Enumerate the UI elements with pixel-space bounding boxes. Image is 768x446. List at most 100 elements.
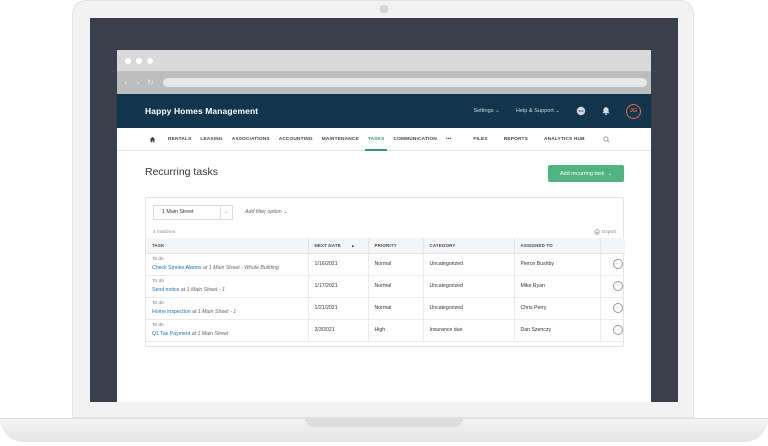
- tasks-table: TASK NEXT DATE ▲ PRIORITY CATEGORY ASSIGN…: [146, 238, 625, 342]
- address-bar[interactable]: [163, 78, 647, 87]
- table-row: To do Q1 Tax Payment at 1 Main Street 3/…: [146, 319, 625, 342]
- priority-cell: Normal: [368, 253, 424, 276]
- property-select-value: 1 Main Street: [162, 209, 194, 215]
- app-title: Happy Homes Management: [145, 106, 259, 116]
- settings-label: Settings: [473, 108, 494, 114]
- col-header-next-date-label: NEXT DATE: [314, 242, 341, 248]
- export-button[interactable]: Export: [594, 229, 616, 235]
- window-close-dot[interactable]: [125, 57, 131, 64]
- results-meta: 4 matches Export: [146, 226, 623, 238]
- category-cell: Uncategorized: [423, 297, 515, 320]
- table-row: To do Home inspection at 1 Main Street -…: [146, 297, 625, 320]
- browser-toolbar: ‹ › ↻: [117, 71, 651, 94]
- browser-window: ‹ › ↻ Happy Homes Management Settings ⌄ …: [117, 50, 651, 402]
- priority-cell: Normal: [368, 275, 424, 298]
- next-date-cell: 1/17/2021: [308, 275, 369, 298]
- task-status: To do: [152, 257, 164, 262]
- nav-maintenance[interactable]: MAINTENANCE: [322, 128, 359, 151]
- task-link[interactable]: Check Smoke Alarms: [152, 265, 202, 271]
- task-cell: To do Send notice at 1 Main Street - 1: [146, 275, 309, 298]
- task-status: To do: [152, 279, 164, 284]
- assigned-cell: Dan Szenczy: [514, 319, 601, 342]
- more-options-icon[interactable]: ⋯: [612, 259, 623, 269]
- task-link[interactable]: Send notice: [152, 287, 179, 293]
- back-icon[interactable]: ‹: [123, 78, 129, 87]
- app-header: Happy Homes Management Settings ⌄ Help &…: [117, 94, 651, 128]
- assigned-cell: Pierce Bushby: [514, 253, 601, 276]
- home-icon[interactable]: [149, 128, 156, 151]
- window-minimize-dot[interactable]: [136, 57, 142, 64]
- task-location: at 1 Main Street - 1: [190, 309, 237, 315]
- chevron-down-icon: ⌄: [607, 170, 613, 177]
- property-select[interactable]: 1 Main Street ⌄: [153, 204, 233, 220]
- page-title: Recurring tasks: [145, 166, 218, 178]
- col-header-task[interactable]: TASK: [146, 238, 309, 254]
- actions-cell: ⋯: [600, 319, 625, 342]
- assigned-cell: Chris Perry: [514, 297, 601, 320]
- more-options-icon[interactable]: ⋯: [612, 325, 623, 335]
- help-label: Help & Support: [515, 108, 554, 114]
- assigned-cell: Mike Ryan: [514, 275, 601, 298]
- priority-cell: High: [368, 319, 424, 342]
- table-row: To do Check Smoke Alarms at 1 Main Stree…: [146, 253, 625, 276]
- task-status: To do: [152, 323, 164, 328]
- actions-cell: ⋯: [600, 253, 625, 276]
- browser-titlebar: [117, 50, 651, 71]
- col-header-category[interactable]: CATEGORY: [423, 238, 515, 254]
- add-recurring-task-label: Add recurring task: [559, 170, 605, 177]
- add-recurring-task-button[interactable]: Add recurring task ⌄: [548, 165, 624, 182]
- tasks-card: 1 Main Street ⌄ Add filter option ⌄ 4 ma…: [145, 197, 625, 347]
- next-date-cell: 1/16/2021: [308, 253, 369, 276]
- chevron-down-icon: ⌄: [495, 108, 500, 114]
- actions-cell: ⋯: [600, 275, 625, 298]
- next-date-cell: 3/3/2021: [308, 319, 369, 342]
- camera-icon: [380, 5, 388, 13]
- search-icon[interactable]: [603, 128, 610, 151]
- task-location: at 1 Main Street: [190, 331, 229, 337]
- export-icon: [594, 229, 600, 235]
- nav-files[interactable]: FILES: [473, 128, 487, 151]
- col-header-next-date[interactable]: NEXT DATE ▲: [308, 238, 369, 254]
- add-filter-option[interactable]: Add filter option ⌄: [245, 209, 288, 215]
- chat-icon[interactable]: [576, 106, 586, 116]
- nav-tasks[interactable]: TASKS: [364, 128, 388, 151]
- bell-icon[interactable]: [601, 106, 611, 116]
- nav-analytics-hub[interactable]: ANALYTICS HUB: [544, 128, 585, 151]
- col-header-actions: [600, 238, 625, 254]
- nav-reports[interactable]: REPORTS: [504, 128, 528, 151]
- chevron-down-icon: ⌄: [555, 108, 560, 114]
- table-row: To do Send notice at 1 Main Street - 1 1…: [146, 275, 625, 298]
- chevron-down-icon: ⌄: [220, 205, 232, 219]
- help-menu[interactable]: Help & Support ⌄: [516, 108, 560, 114]
- task-status: To do: [152, 301, 164, 306]
- task-cell: To do Check Smoke Alarms at 1 Main Stree…: [146, 253, 309, 276]
- nav-communication[interactable]: COMMUNICATION: [393, 128, 436, 151]
- priority-cell: Normal: [368, 297, 424, 320]
- category-cell: Uncategorized: [423, 275, 515, 298]
- task-location: at 1 Main Street - Whole Building: [201, 265, 279, 271]
- laptop-notch: [305, 418, 463, 427]
- export-label: Export: [602, 229, 616, 235]
- nav-accounting[interactable]: ACCOUNTING: [279, 128, 313, 151]
- task-link[interactable]: Home inspection: [152, 309, 191, 315]
- task-link[interactable]: Q1 Tax Payment: [152, 331, 190, 337]
- category-cell: Insurance due: [423, 319, 515, 342]
- more-options-icon[interactable]: ⋯: [612, 281, 623, 291]
- nav-rentals[interactable]: RENTALS: [168, 128, 191, 151]
- task-cell: To do Q1 Tax Payment at 1 Main Street: [146, 319, 309, 342]
- nav-leasing[interactable]: LEASING: [200, 128, 222, 151]
- nav-more[interactable]: •••: [446, 128, 452, 151]
- col-header-priority[interactable]: PRIORITY: [368, 238, 424, 254]
- next-date-cell: 1/21/2021: [308, 297, 369, 320]
- main-nav: RENTALS LEASING ASSOCIATIONS ACCOUNTING …: [117, 128, 651, 151]
- reload-icon[interactable]: ↻: [147, 78, 154, 87]
- nav-associations[interactable]: ASSOCIATIONS: [232, 128, 270, 151]
- avatar[interactable]: JG: [626, 103, 641, 119]
- col-header-assigned-to[interactable]: ASSIGNED TO: [514, 238, 601, 254]
- task-cell: To do Home inspection at 1 Main Street -…: [146, 297, 309, 320]
- window-zoom-dot[interactable]: [147, 57, 153, 64]
- more-options-icon[interactable]: ⋯: [612, 303, 623, 313]
- forward-icon[interactable]: ›: [135, 78, 141, 87]
- table-header-row: TASK NEXT DATE ▲ PRIORITY CATEGORY ASSIGN…: [146, 238, 625, 254]
- settings-menu[interactable]: Settings ⌄: [473, 108, 499, 114]
